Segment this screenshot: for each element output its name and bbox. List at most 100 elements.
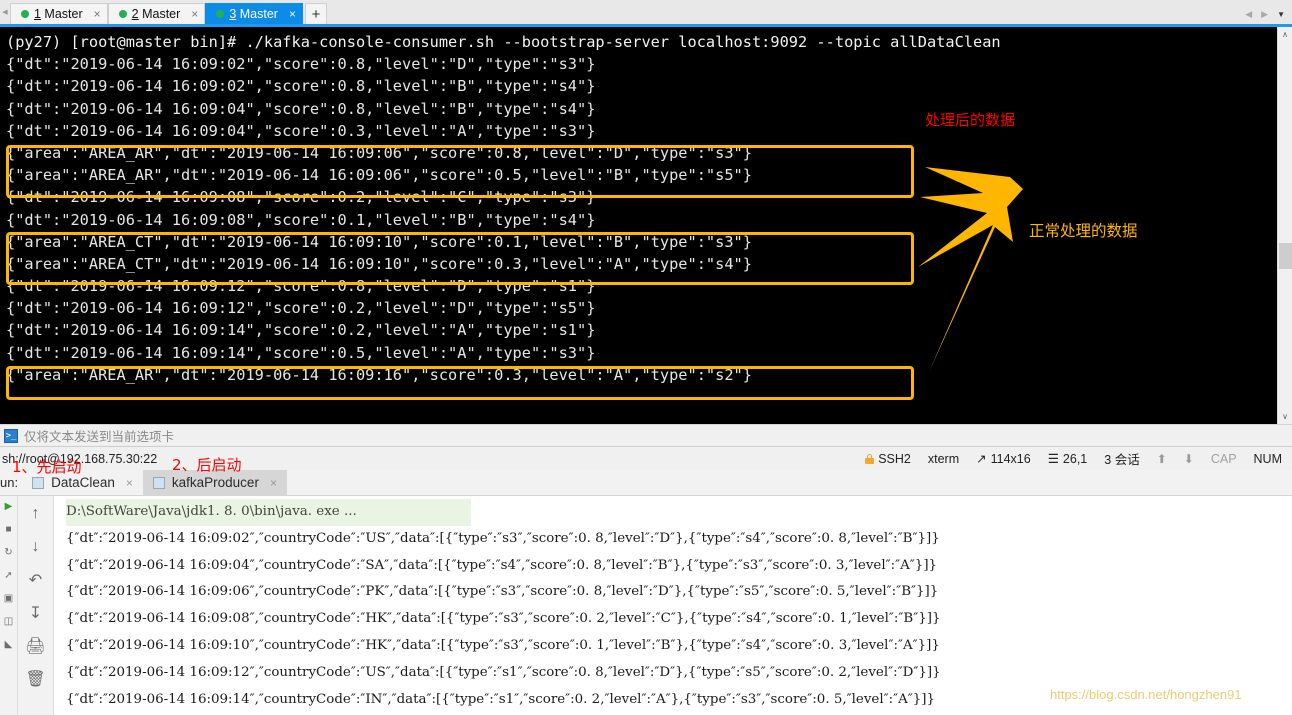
annotation-start-second: 2、后启动 [172, 456, 242, 474]
ide-run-label: un: [0, 475, 19, 490]
tab-prev-icon[interactable]: ◀ [1245, 9, 1252, 20]
watermark-text: https://blog.csdn.net/hongzhen91 [1050, 687, 1242, 702]
ide-console-body: ▶ ■ ↻ ➚ ▣ ◫ ◣ ↑ ↓ ↶ ↧ 🖨 🗑 D:\SoftWare\Ja… [0, 496, 1292, 715]
terminal-line: {"dt":"2019-06-14 16:09:04","score":0.3,… [6, 121, 596, 140]
lock-icon [865, 453, 875, 464]
stop-icon[interactable]: ■ [3, 523, 15, 535]
terminal-line: {"area":"AREA_CT","dt":"2019-06-14 16:09… [6, 254, 752, 273]
terminal-tab-1-label: 1 Master [34, 7, 83, 21]
scroll-up-icon[interactable]: ↑ [27, 505, 45, 523]
ide-console-toolbar: ↑ ↓ ↶ ↧ 🖨 🗑 [18, 496, 54, 715]
terminal-line: {"dt":"2019-06-14 16:09:12","score":0.2,… [6, 299, 596, 318]
terminal-tab-1-close-icon[interactable]: × [94, 8, 101, 20]
tab-scroll-left-icon[interactable]: ◀ [0, 0, 10, 24]
annotation-start-first: 1、先启动 [12, 458, 82, 476]
ide-run-panel: un: DataClean × kafkaProducer × ▶ ■ ↻ ➚ … [0, 469, 1292, 715]
terminal-line: {"dt":"2019-06-14 16:09:02","score":0.8,… [6, 77, 596, 96]
rerun-icon[interactable]: ↻ [3, 546, 15, 558]
dump-threads-icon[interactable]: ➚ [3, 569, 15, 581]
pin-icon[interactable]: ◣ [3, 638, 15, 650]
terminal-scrollbar[interactable]: ∧ ∨ [1277, 27, 1292, 424]
run-config-icon [152, 476, 165, 489]
status-size: ↗ 114x16 [976, 451, 1031, 467]
terminal-tab-2-text: Master [138, 7, 181, 21]
scrollbar-up-icon[interactable]: ∧ [1278, 27, 1292, 42]
send-text-bar-label: 仅将文本发送到当前选项卡 [24, 430, 175, 444]
annotation-processed-data: 处理后的数据 [925, 111, 1016, 129]
status-cursor-label: 26,1 [1062, 451, 1088, 466]
resize-icon: ↗ [976, 452, 987, 466]
terminal-tab-2-close-icon[interactable]: × [191, 8, 198, 20]
status-cap-indicator: CAP [1210, 451, 1237, 466]
scrollbar-thumb[interactable] [1279, 243, 1292, 269]
cursor-pos-icon: ☰ [1047, 452, 1059, 466]
trash-icon[interactable]: 🗑 [25, 670, 45, 688]
terminal-line: {"dt":"2019-06-14 16:09:12","score":0.8,… [6, 277, 596, 296]
annotation-normal-processed: 正常处理的数据 [1029, 222, 1138, 240]
run-config-icon [32, 476, 45, 489]
terminal-tab-3[interactable]: 3 Master × [205, 3, 303, 24]
terminal-line: {"dt":"2019-06-14 16:09:04","score":0.8,… [6, 99, 596, 118]
tab-bar-controls: ◀ ▶ ▼ [1245, 9, 1292, 24]
scrollbar-down-icon[interactable]: ∨ [1278, 409, 1292, 424]
terminal-tab-1[interactable]: 1 Master × [10, 3, 108, 24]
send-text-bar[interactable]: >_ 仅将文本发送到当前选项卡 [0, 424, 1292, 446]
status-cursor: ☰ 26,1 [1047, 451, 1088, 467]
terminal-tab-2-label: 2 Master [132, 7, 181, 21]
ide-tab-kafkaproducer-close-icon[interactable]: × [270, 476, 277, 490]
terminal-line: {"area":"AREA_AR","dt":"2019-06-14 16:09… [6, 143, 752, 162]
status-sessions: 3 会话 [1104, 453, 1140, 467]
terminal-tab-1-num: 1 [34, 7, 41, 21]
terminal-tab-2[interactable]: 2 Master × [107, 3, 206, 24]
status-protocol-label: SSH2 [878, 451, 911, 466]
status-emulation: xterm [927, 451, 960, 466]
ide-console-command-line: D:\SoftWare\Java\jdk1. 8. 0\bin\java. ex… [66, 499, 471, 526]
terminal-tab-3-text: Master [236, 7, 278, 21]
terminal-line: {"area":"AREA_AR","dt":"2019-06-14 16:09… [6, 365, 752, 384]
run-icon[interactable]: ▶ [3, 500, 15, 512]
status-size-label: 114x16 [990, 451, 1031, 466]
ide-console-line: {″dt″:″2019-06-14 16:09:04″,″countryCode… [66, 557, 938, 573]
ide-tab-dataclean-close-icon[interactable]: × [126, 476, 133, 490]
terminal-line: {"area":"AREA_AR","dt":"2019-06-14 16:09… [6, 166, 752, 185]
send-to-tab-icon: >_ [4, 428, 18, 443]
layout-icon[interactable]: ◫ [3, 615, 15, 627]
ide-run-actions: ▶ ■ ↻ ➚ ▣ ◫ ◣ [0, 496, 18, 715]
camera-icon[interactable]: ▣ [3, 592, 15, 604]
ide-console-line: {″dt″:″2019-06-14 16:09:12″,″countryCode… [66, 664, 941, 680]
terminal-tab-3-close-icon[interactable]: × [289, 8, 296, 20]
status-bar-right: SSH2 xterm ↗ 114x16 ☰ 26,1 3 会话 ⬆ ⬇ CAP … [865, 449, 1292, 468]
status-protocol: SSH2 [865, 452, 911, 466]
screen-root: ◀ 1 Master × 2 Master × 3 Master × + ◀ ▶… [0, 0, 1292, 715]
terminal-tab-2-num: 2 [131, 7, 139, 21]
terminal-line: {"dt":"2019-06-14 16:09:14","score":0.5,… [6, 343, 596, 362]
soft-wrap-icon[interactable]: ↶ [27, 571, 45, 589]
print-icon[interactable]: 🖨 [25, 637, 45, 655]
tab-status-dot-icon [118, 10, 127, 18]
ide-console-line: {″dt″:″2019-06-14 16:09:08″,″countryCode… [66, 611, 941, 627]
scroll-to-end-icon[interactable]: ↧ [27, 604, 45, 622]
terminal-tab-1-text: Master [40, 7, 83, 21]
terminal-tab-bar: ◀ 1 Master × 2 Master × 3 Master × + ◀ ▶… [0, 0, 1292, 24]
tab-next-icon[interactable]: ▶ [1261, 9, 1268, 20]
ide-console-line: {″dt″:″2019-06-14 16:09:02″,″countryCode… [66, 530, 940, 546]
terminal-tab-3-label: 3 Master [229, 7, 278, 21]
terminal-line: {"dt":"2019-06-14 16:09:14","score":0.2,… [6, 321, 596, 340]
terminal-prompt-line: (py27) [root@master bin]# ./kafka-consol… [6, 33, 1001, 51]
terminal-line: {"dt":"2019-06-14 16:09:08","score":0.2,… [6, 188, 596, 207]
ide-console-line: {″dt″:″2019-06-14 16:09:06″,″countryCode… [66, 584, 939, 600]
ide-console-line: {″dt″:″2019-06-14 16:09:10″,″countryCode… [66, 637, 940, 653]
new-tab-button[interactable]: + [304, 3, 327, 24]
status-down-arrow-icon: ⬇ [1183, 451, 1194, 466]
ide-tab-dataclean-label: DataClean [51, 475, 115, 490]
ide-console-output[interactable]: D:\SoftWare\Java\jdk1. 8. 0\bin\java. ex… [54, 496, 1292, 715]
scroll-down-icon[interactable]: ↓ [27, 538, 45, 556]
tab-status-dot-icon [21, 10, 29, 18]
tab-status-dot-icon [216, 10, 225, 18]
tab-list-chevron-down-icon[interactable]: ▼ [1277, 10, 1285, 19]
terminal-line: {"dt":"2019-06-14 16:09:02","score":0.8,… [6, 55, 596, 74]
ide-tab-kafkaproducer-label: kafkaProducer [171, 475, 259, 490]
status-up-arrow-icon: ⬆ [1156, 451, 1167, 466]
status-num-indicator: NUM [1253, 451, 1282, 466]
terminal-panel: (py27) [root@master bin]# ./kafka-consol… [0, 24, 1292, 424]
